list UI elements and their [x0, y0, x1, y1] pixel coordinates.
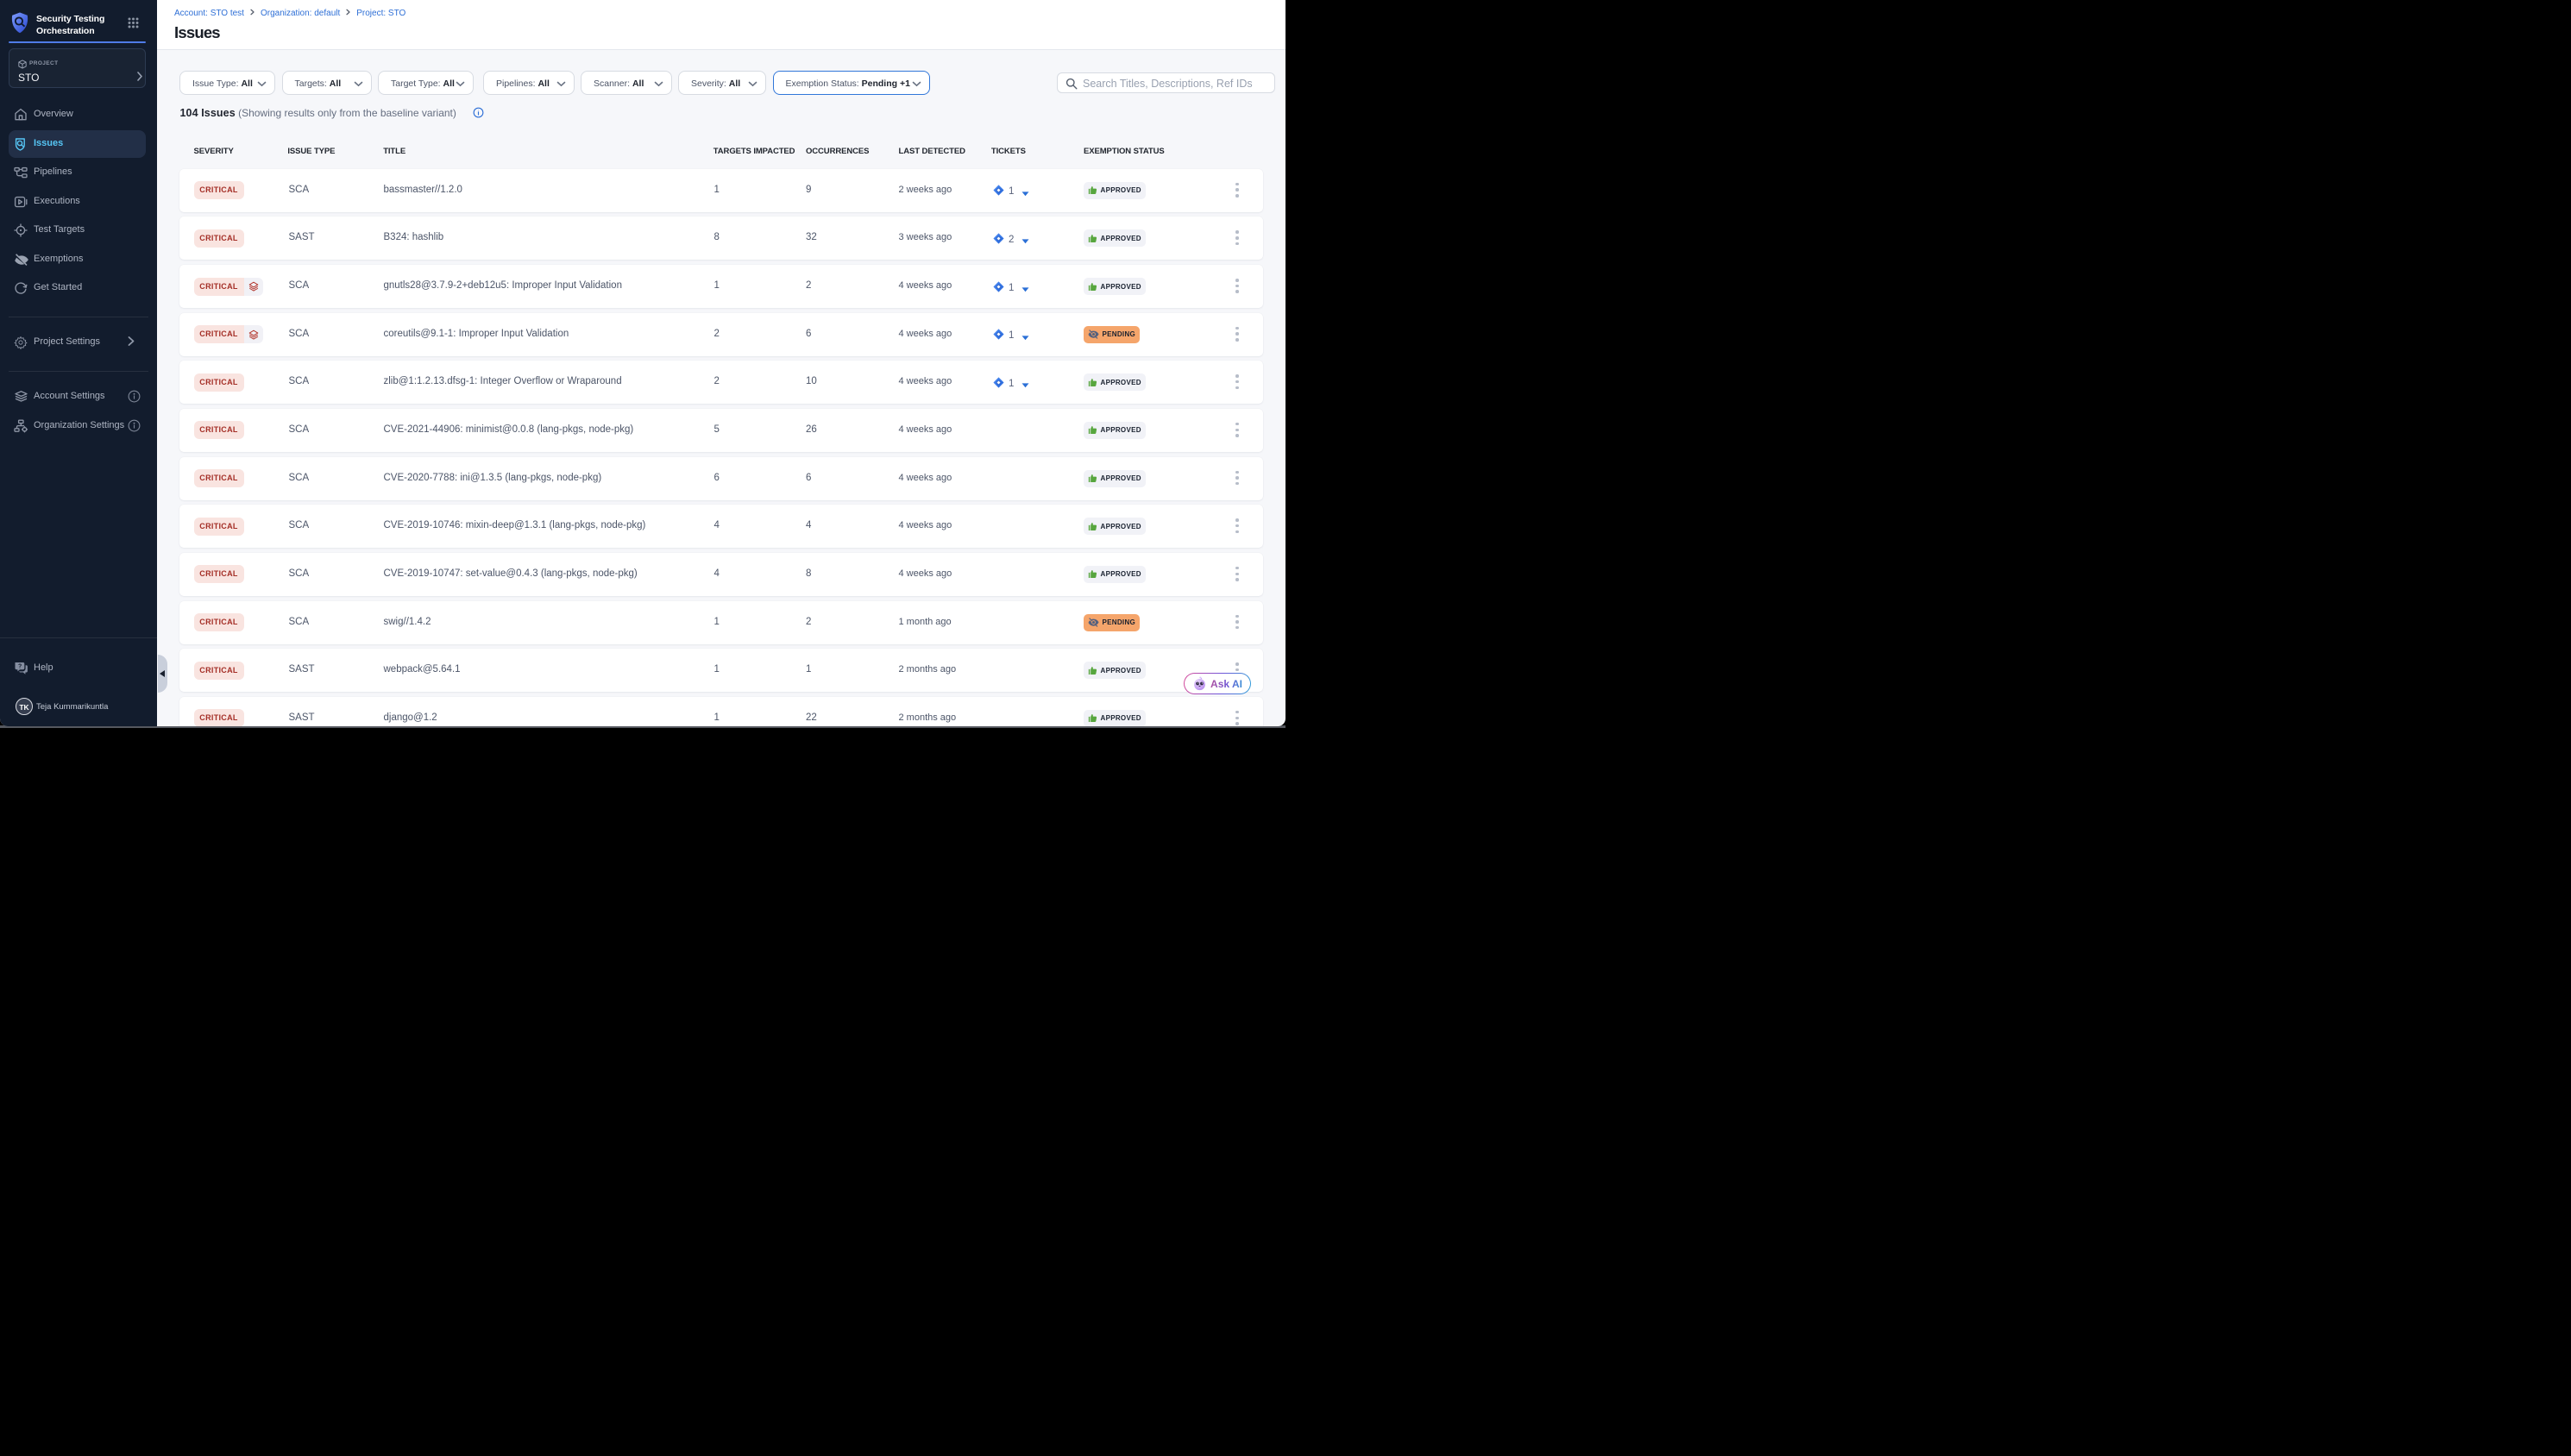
- svg-text:?: ?: [18, 664, 22, 670]
